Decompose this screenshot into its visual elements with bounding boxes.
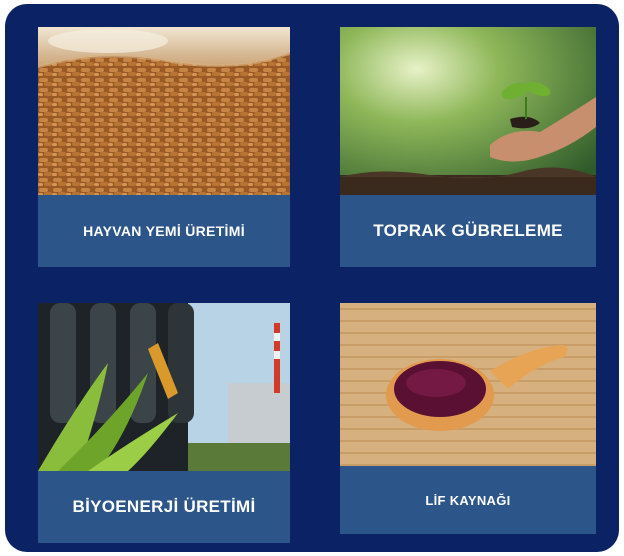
card-label: BİYOENERJİ ÜRETİMİ — [38, 471, 290, 543]
card-animal-feed[interactable]: HAYVAN YEMİ ÜRETİMİ — [38, 27, 290, 267]
card-label: TOPRAK GÜBRELEME — [340, 195, 596, 267]
fuel-nozzles-image — [38, 303, 290, 471]
purple-powder-spoon-image — [340, 303, 596, 466]
card-soil-fertilization[interactable]: TOPRAK GÜBRELEME — [340, 27, 596, 267]
card-fiber-source[interactable]: LİF KAYNAĞI — [340, 303, 596, 534]
card-label: HAYVAN YEMİ ÜRETİMİ — [38, 195, 290, 267]
content-panel: HAYVAN YEMİ ÜRETİMİ TOPRAK GÜBRELEME BİY… — [5, 4, 619, 552]
seedling-in-hands-image — [340, 27, 596, 195]
card-label: LİF KAYNAĞI — [340, 466, 596, 534]
card-bioenergy[interactable]: BİYOENERJİ ÜRETİMİ — [38, 303, 290, 543]
animal-feed-pellets-image — [38, 27, 290, 195]
